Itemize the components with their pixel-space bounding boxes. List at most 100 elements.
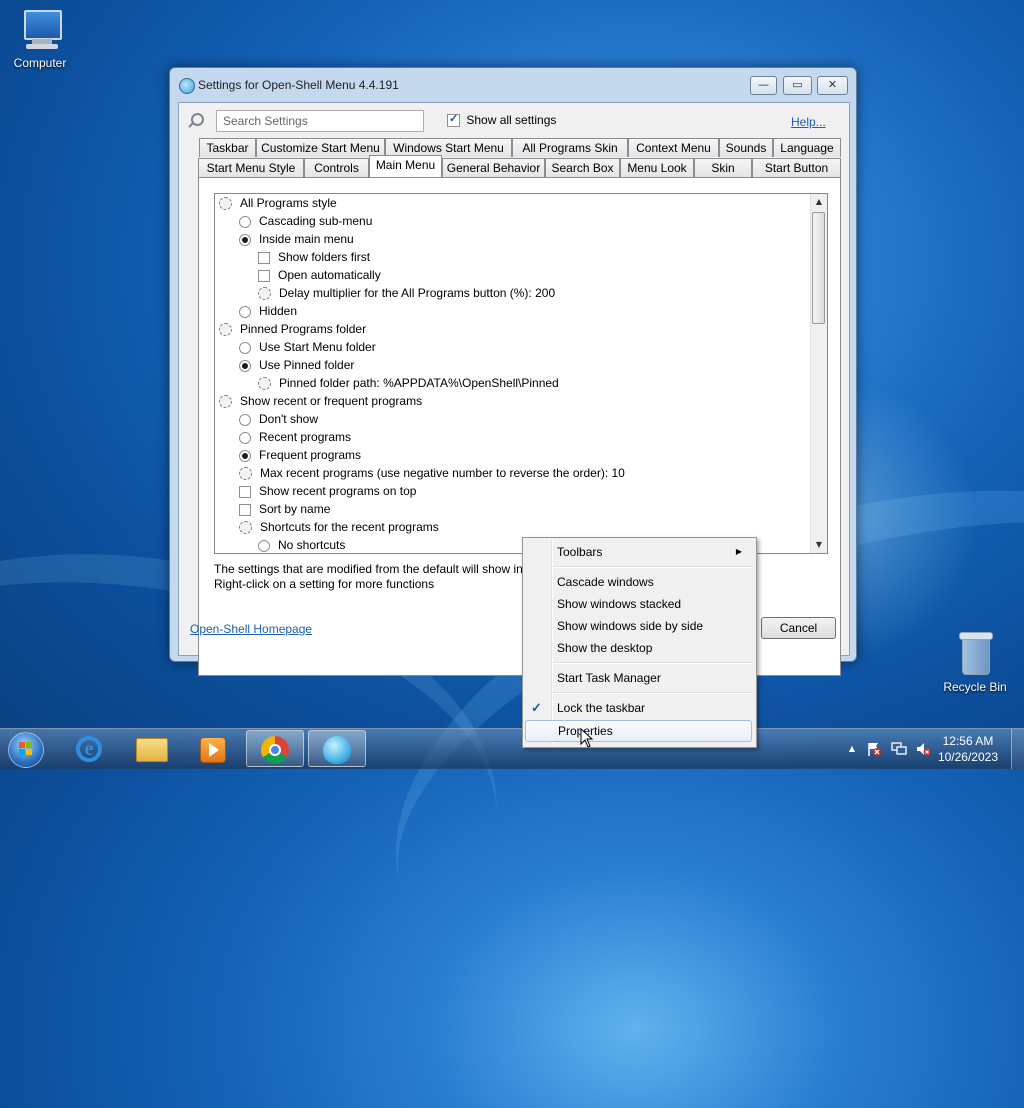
tab-taskbar[interactable]: Taskbar [199,138,256,157]
checkbox[interactable] [258,251,270,264]
tab-customize-start-menu[interactable]: Customize Start Menu [256,138,385,157]
search-icon [191,113,204,126]
setting-radio[interactable]: Recent programs [239,428,351,446]
desktop-icon-computer[interactable]: Computer [0,10,80,70]
menu-item-toolbars[interactable]: Toolbars ▶ [525,541,752,563]
setting-checkbox[interactable]: Show recent programs on top [239,482,416,500]
setting-radio[interactable]: Use Pinned folder [239,356,354,374]
search-input[interactable]: Search Settings [216,110,424,132]
clock-time: 12:56 AM [942,734,994,748]
taskbar-internet-explorer[interactable]: e [62,730,118,767]
taskbar-open-shell[interactable] [308,730,366,767]
radio-button[interactable] [239,413,251,426]
tab-start-button[interactable]: Start Button [752,158,841,177]
menu-item-show-windows-stacked[interactable]: Show windows stacked [525,593,752,615]
scroll-down-arrow[interactable]: ▼ [811,537,827,553]
setting-checkbox[interactable]: Sort by name [239,500,330,518]
taskbar-file-explorer[interactable] [123,730,179,767]
setting-group[interactable]: All Programs style [219,194,337,212]
setting-group[interactable]: Pinned Programs folder [219,320,366,338]
setting-radio[interactable]: Frequent programs [239,446,361,464]
network-icon[interactable] [891,741,907,757]
help-link[interactable]: Help... [791,115,826,129]
gear-icon [258,287,271,301]
setting-radio[interactable]: Don't show [239,410,318,428]
taskbar-media-player[interactable] [184,730,240,767]
settings-scrollbar[interactable]: ▲ ▼ [810,194,827,553]
setting-radio[interactable]: Hidden [239,302,297,320]
volume-muted-icon[interactable] [915,741,931,757]
tab-search-box[interactable]: Search Box [545,158,620,177]
show-all-checkbox[interactable] [447,112,460,128]
setting-label: Inside main menu [259,232,354,246]
menu-item-properties[interactable]: Properties [525,720,752,742]
menu-item-cascade-windows[interactable]: Cascade windows [525,571,752,593]
action-center-flag-icon[interactable] [866,741,882,757]
tab-general-behavior[interactable]: General Behavior [442,158,545,177]
tab-all-programs-skin[interactable]: All Programs Skin [512,138,628,157]
window-title: Settings for Open-Shell Menu 4.4.191 [198,78,399,92]
show-hidden-icons-arrow[interactable]: ▲ [844,741,860,757]
start-button[interactable] [5,730,45,768]
radio-button[interactable] [239,359,251,372]
scroll-up-arrow[interactable]: ▲ [811,194,827,210]
menu-item-label: Toolbars [557,545,603,559]
cancel-button[interactable]: Cancel [761,617,836,639]
menu-item-start-task-manager[interactable]: Start Task Manager [525,667,752,689]
homepage-link[interactable]: Open-Shell Homepage [190,622,312,636]
show-desktop-button[interactable] [1011,729,1024,769]
minimize-button[interactable]: — [750,76,777,95]
desktop-icon-recycle-bin[interactable]: Recycle Bin [935,630,1015,694]
tab-skin[interactable]: Skin [694,158,752,177]
radio-button[interactable] [239,233,251,246]
radio-button[interactable] [239,449,251,462]
tab-start-menu-style[interactable]: Start Menu Style [198,158,304,177]
checkbox[interactable] [239,503,251,516]
setting-radio[interactable]: Cascading sub-menu [239,212,372,230]
setting-label: Recent programs [259,430,352,444]
tab-language[interactable]: Language [773,138,841,157]
setting-value[interactable]: Delay multiplier for the All Programs bu… [258,284,555,302]
setting-label: Sort by name [259,502,331,516]
setting-value[interactable]: Pinned folder path: %APPDATA%\OpenShell\… [258,374,559,392]
radio-button[interactable] [239,305,251,318]
tab-menu-look[interactable]: Menu Look [620,158,694,177]
tab-context-menu[interactable]: Context Menu [628,138,719,157]
setting-radio[interactable]: No shortcuts [258,536,345,553]
checkbox[interactable] [258,269,270,282]
checkbox[interactable] [239,485,251,498]
setting-checkbox[interactable]: Show folders first [258,248,370,266]
clock-date: 10/26/2023 [937,750,998,764]
close-button[interactable]: ✕ [817,76,848,95]
settings-tree: All Programs style Cascading sub-menu In… [214,193,828,554]
taskbar-clock[interactable]: 12:56 AM 10/26/2023 [938,733,998,765]
taskbar-chrome[interactable] [246,730,304,767]
gear-icon [219,197,232,211]
menu-separator [553,566,752,568]
chrome-icon [261,736,289,764]
menu-item-show-the-desktop[interactable]: Show the desktop [525,637,752,659]
setting-label: Don't show [259,412,318,426]
tab-controls[interactable]: Controls [304,158,369,177]
setting-checkbox[interactable]: Open automatically [258,266,381,284]
setting-radio[interactable]: Inside main menu [239,230,354,248]
open-shell-icon [179,78,195,94]
desktop-icon-computer-label: Computer [13,56,67,70]
radio-button[interactable] [239,215,251,228]
scroll-thumb[interactable] [812,212,825,324]
tab-main-menu[interactable]: Main Menu [369,155,442,177]
setting-radio[interactable]: Use Start Menu folder [239,338,376,356]
setting-label: Show folders first [278,250,371,264]
show-all-settings[interactable]: Show all settings [447,112,556,128]
setting-value[interactable]: Max recent programs (use negative number… [239,464,625,482]
maximize-button[interactable]: ▭ [783,76,812,95]
setting-value[interactable]: Shortcuts for the recent programs [239,518,439,536]
setting-label: Open automatically [278,268,381,282]
menu-item-show-windows-side-by-side[interactable]: Show windows side by side [525,615,752,637]
radio-button[interactable] [239,341,251,354]
radio-button[interactable] [239,431,251,444]
menu-item-lock-the-taskbar[interactable]: ✓ Lock the taskbar [525,697,752,719]
setting-group[interactable]: Show recent or frequent programs [219,392,422,410]
tab-sounds[interactable]: Sounds [719,138,773,157]
radio-button[interactable] [258,539,270,552]
